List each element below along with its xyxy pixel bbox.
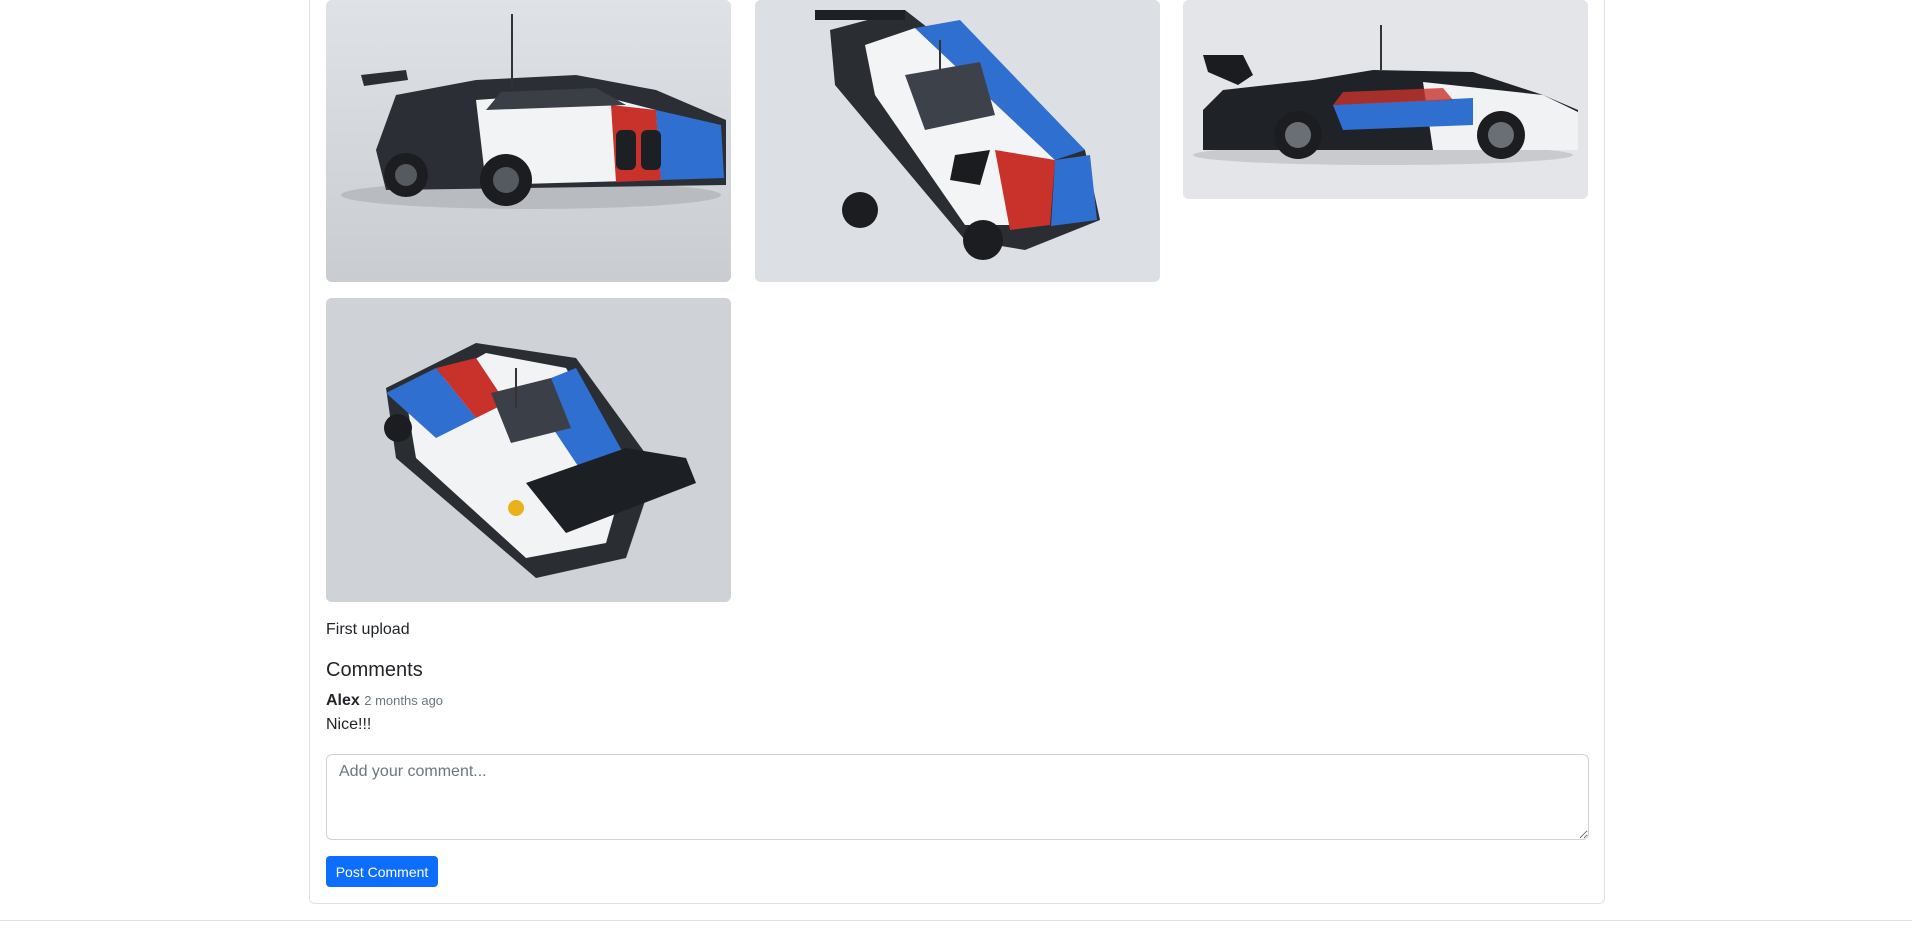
comment-item: Alex 2 months ago [326, 691, 443, 711]
footer-divider [0, 920, 1912, 921]
race-car-image [1183, 0, 1588, 199]
post-caption: First upload [326, 621, 410, 638]
post-comment-button[interactable]: Post Comment [326, 856, 438, 887]
car-photo-4[interactable] [326, 298, 731, 602]
race-car-image [326, 298, 731, 602]
comment-input[interactable] [326, 754, 1589, 840]
race-car-image [755, 0, 1160, 282]
comment-author[interactable]: Alex [326, 692, 360, 709]
car-photo-3[interactable] [1183, 0, 1588, 199]
comment-text: Nice!!! [326, 716, 372, 733]
comment-timestamp: 2 months ago [364, 693, 444, 708]
comments-heading: Comments [326, 659, 423, 681]
car-photo-2[interactable] [755, 0, 1160, 282]
race-car-image [326, 0, 731, 282]
car-photo-1[interactable] [326, 0, 731, 282]
